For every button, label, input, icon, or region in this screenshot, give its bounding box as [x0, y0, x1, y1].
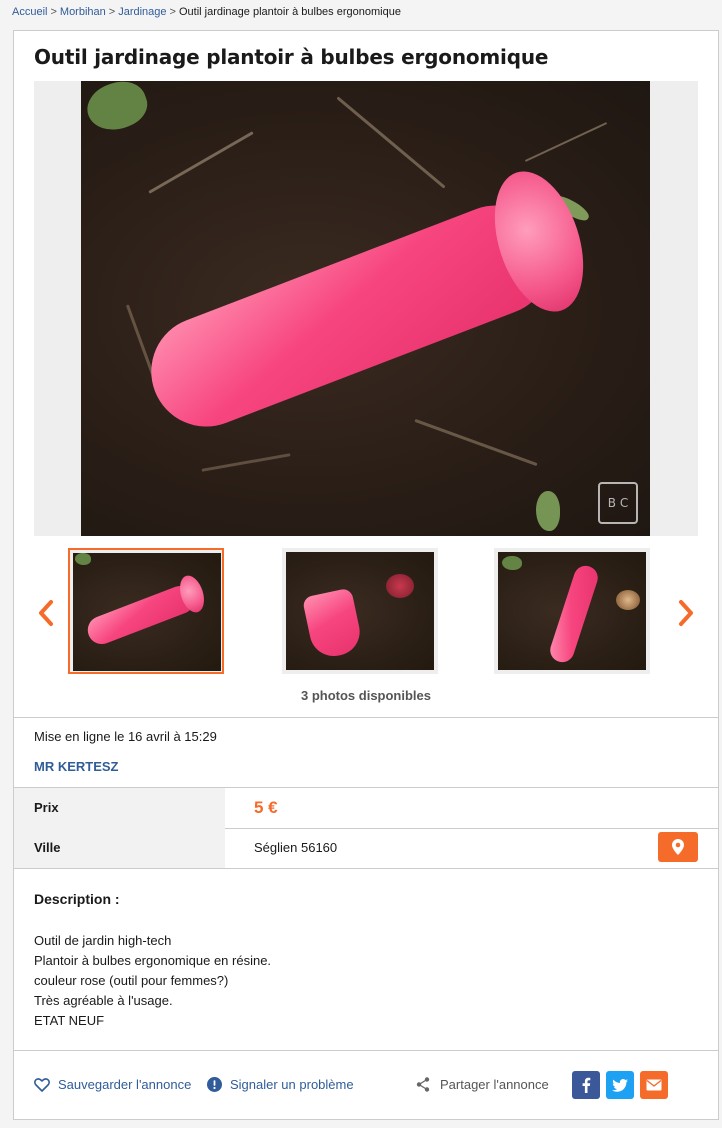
share-label: Partager l'annonce: [440, 1077, 549, 1092]
alert-icon: [207, 1077, 222, 1092]
breadcrumb-link-category[interactable]: Jardinage: [118, 6, 166, 18]
price-row: Prix 5 €: [14, 788, 718, 828]
share-facebook-button[interactable]: [572, 1071, 600, 1099]
breadcrumb: Accueil > Morbihan > Jardinage > Outil jardina…: [12, 6, 401, 18]
breadcrumb-separator: >: [169, 6, 176, 18]
thumbnail-image: [498, 552, 646, 670]
ad-card: Outil jardinage plantoir à bulbes ergono…: [13, 30, 719, 1120]
seller-name-link[interactable]: MR KERTESZ: [34, 759, 119, 774]
email-icon: [646, 1079, 662, 1091]
price-label: Prix: [14, 788, 225, 828]
ad-actions: Sauvegarder l'annonce Signaler un problè…: [34, 1067, 698, 1107]
thumbnail-image: [73, 553, 221, 671]
city-value: Séglien 56160: [254, 840, 338, 855]
description-line: ETAT NEUF: [34, 1013, 105, 1028]
facebook-icon: [582, 1077, 591, 1093]
posted-date: Mise en ligne le 16 avril à 15:29: [34, 729, 217, 744]
price-value: 5 €: [254, 798, 278, 817]
description-title: Description :: [34, 891, 120, 907]
description-line: Très agréable à l'usage.: [34, 993, 173, 1008]
share-twitter-button[interactable]: [606, 1071, 634, 1099]
breadcrumb-link-home[interactable]: Accueil: [12, 6, 47, 18]
description-line: Outil de jardin high-tech: [34, 933, 172, 948]
divider: [14, 868, 718, 869]
watermark-logo: B C: [598, 482, 638, 524]
thumbnail-image: [286, 552, 434, 670]
thumbnail-2[interactable]: [282, 548, 438, 674]
main-photo-area: B C: [34, 81, 698, 536]
divider: [14, 1050, 718, 1051]
divider: [14, 717, 718, 718]
report-problem-button[interactable]: Signaler un problème: [207, 1077, 354, 1092]
main-photo[interactable]: B C: [81, 81, 650, 536]
carousel-next-button[interactable]: [674, 598, 698, 628]
description-line: Plantoir à bulbes ergonomique en résine.: [34, 953, 272, 968]
city-row: Ville Séglien 56160: [14, 828, 718, 868]
share-section: Partager l'annonce: [416, 1077, 549, 1092]
thumbnail-carousel: 3 photos disponibles: [34, 546, 698, 703]
photos-count: 3 photos disponibles: [300, 688, 431, 703]
breadcrumb-link-region[interactable]: Morbihan: [60, 6, 106, 18]
chevron-left-icon: [39, 600, 53, 626]
save-ad-button[interactable]: Sauvegarder l'annonce: [34, 1077, 191, 1092]
twitter-icon: [612, 1078, 628, 1092]
breadcrumb-separator: >: [50, 6, 57, 18]
map-button[interactable]: [658, 832, 698, 862]
description-body: Outil de jardin high-tech Plantoir à bul…: [34, 931, 271, 1031]
report-problem-label: Signaler un problème: [230, 1077, 354, 1092]
chevron-right-icon: [679, 600, 693, 626]
ad-title: Outil jardinage plantoir à bulbes ergono…: [34, 45, 549, 69]
breadcrumb-separator: >: [108, 6, 116, 18]
heart-icon: [34, 1077, 50, 1092]
share-email-button[interactable]: [640, 1071, 668, 1099]
save-ad-label: Sauvegarder l'annonce: [58, 1077, 192, 1092]
carousel-prev-button[interactable]: [34, 598, 58, 628]
description-line: couleur rose (outil pour femmes?): [34, 973, 229, 988]
breadcrumb-current: Outil jardinage plantoir à bulbes ergono…: [178, 6, 401, 18]
city-label: Ville: [14, 828, 225, 868]
map-pin-icon: [672, 839, 684, 855]
thumbnail-3[interactable]: [494, 548, 650, 674]
share-icon: [416, 1077, 430, 1092]
thumbnail-1[interactable]: [68, 548, 224, 674]
